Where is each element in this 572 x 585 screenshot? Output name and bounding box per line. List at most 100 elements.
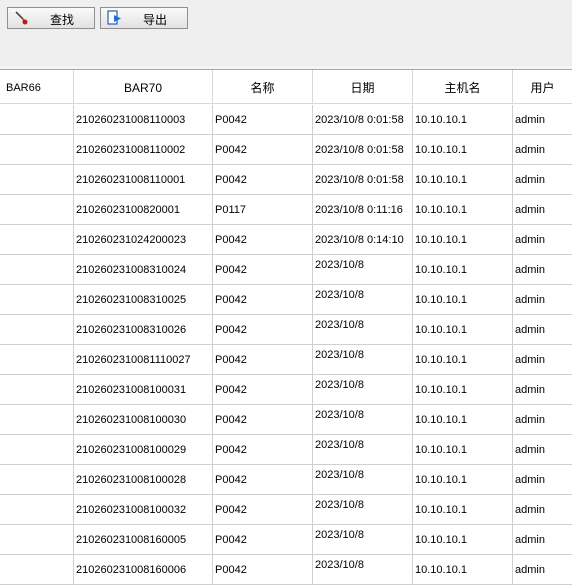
cell-name[interactable]: P0042 <box>213 165 313 195</box>
cell-bar66[interactable] <box>0 495 74 525</box>
export-button[interactable]: 导出 <box>100 7 188 29</box>
cell-name[interactable]: P0042 <box>213 495 313 525</box>
cell-user[interactable]: admin <box>513 495 572 525</box>
cell-bar70[interactable]: 210260231008100030 <box>74 405 213 435</box>
cell-bar70[interactable]: 210260231008110001 <box>74 165 213 195</box>
cell-bar66[interactable] <box>0 135 74 165</box>
cell-date[interactable]: 2023/10/8 <box>313 255 413 285</box>
table-row[interactable]: 210260231008310025 P0042 2023/10/8 10.10.10… <box>0 285 572 315</box>
cell-user[interactable]: admin <box>513 525 572 555</box>
cell-name[interactable]: P0042 <box>213 405 313 435</box>
cell-name[interactable]: P0117 <box>213 195 313 225</box>
cell-name[interactable]: P0042 <box>213 105 313 135</box>
cell-host[interactable]: 10.10.10.1 <box>413 495 513 525</box>
table-row[interactable]: 210260231008160006 P0042 2023/10/8 10.10.10… <box>0 555 572 585</box>
cell-host[interactable]: 10.10.10.1 <box>413 195 513 225</box>
column-header-name[interactable]: 名称 <box>213 70 313 104</box>
cell-date[interactable]: 2023/10/8 0:01:58 <box>313 105 413 135</box>
cell-name[interactable]: P0042 <box>213 435 313 465</box>
table-row[interactable]: 210260231024200023 P0042 2023/10/8 0:14:10… <box>0 225 572 255</box>
cell-bar66[interactable] <box>0 405 74 435</box>
cell-user[interactable]: admin <box>513 405 572 435</box>
cell-bar70[interactable]: 210260231008110002 <box>74 135 213 165</box>
search-button[interactable]: 查找 <box>7 7 95 29</box>
cell-bar66[interactable] <box>0 375 74 405</box>
cell-bar66[interactable] <box>0 255 74 285</box>
column-header-host[interactable]: 主机名 <box>413 70 513 104</box>
table-row[interactable]: 210260231008110001 P0042 2023/10/8 0:01:58… <box>0 165 572 195</box>
cell-date[interactable]: 2023/10/8 <box>313 555 413 585</box>
cell-host[interactable]: 10.10.10.1 <box>413 435 513 465</box>
cell-host[interactable]: 10.10.10.1 <box>413 525 513 555</box>
cell-bar66[interactable] <box>0 105 74 135</box>
cell-date[interactable]: 2023/10/8 0:01:58 <box>313 165 413 195</box>
cell-date[interactable]: 2023/10/8 <box>313 465 413 495</box>
table-row[interactable]: 210260231008100029 P0042 2023/10/8 10.10.10… <box>0 435 572 465</box>
cell-bar66[interactable] <box>0 165 74 195</box>
cell-date[interactable]: 2023/10/8 <box>313 525 413 555</box>
cell-bar66[interactable] <box>0 225 74 255</box>
column-header-bar70[interactable]: BAR70 <box>74 70 213 104</box>
table-row[interactable]: 210260231008100032 P0042 2023/10/8 10.10.10… <box>0 495 572 525</box>
cell-user[interactable]: admin <box>513 465 572 495</box>
table-row[interactable]: 210260231008100028 P0042 2023/10/8 10.10.10… <box>0 465 572 495</box>
cell-name[interactable]: P0042 <box>213 525 313 555</box>
column-header-user[interactable]: 用户 <box>513 70 572 104</box>
table-row[interactable]: 210260231008100031 P0042 2023/10/8 10.10.10… <box>0 375 572 405</box>
cell-bar66[interactable] <box>0 435 74 465</box>
cell-user[interactable]: admin <box>513 195 572 225</box>
cell-user[interactable]: admin <box>513 375 572 405</box>
cell-date[interactable]: 2023/10/8 <box>313 495 413 525</box>
cell-bar66[interactable] <box>0 285 74 315</box>
cell-bar70[interactable]: 210260231024200023 <box>74 225 213 255</box>
cell-host[interactable]: 10.10.10.1 <box>413 105 513 135</box>
cell-date[interactable]: 2023/10/8 0:01:58 <box>313 135 413 165</box>
column-header-date[interactable]: 日期 <box>313 70 413 104</box>
cell-name[interactable]: P0042 <box>213 225 313 255</box>
cell-bar70[interactable]: 2102602310081110027 <box>74 345 213 375</box>
cell-bar70[interactable]: 210260231008310025 <box>74 285 213 315</box>
cell-host[interactable]: 10.10.10.1 <box>413 165 513 195</box>
cell-bar70[interactable]: 210260231008100031 <box>74 375 213 405</box>
cell-user[interactable]: admin <box>513 285 572 315</box>
cell-bar66[interactable] <box>0 315 74 345</box>
cell-name[interactable]: P0042 <box>213 345 313 375</box>
cell-bar70[interactable]: 210260231008100032 <box>74 495 213 525</box>
cell-name[interactable]: P0042 <box>213 465 313 495</box>
cell-user[interactable]: admin <box>513 315 572 345</box>
cell-date[interactable]: 2023/10/8 <box>313 285 413 315</box>
table-row[interactable]: 210260231008110003 P0042 2023/10/8 0:01:58… <box>0 105 572 135</box>
cell-date[interactable]: 2023/10/8 <box>313 345 413 375</box>
cell-name[interactable]: P0042 <box>213 315 313 345</box>
cell-user[interactable]: admin <box>513 435 572 465</box>
cell-bar70[interactable]: 210260231008100029 <box>74 435 213 465</box>
cell-host[interactable]: 10.10.10.1 <box>413 135 513 165</box>
cell-host[interactable]: 10.10.10.1 <box>413 555 513 585</box>
cell-name[interactable]: P0042 <box>213 255 313 285</box>
cell-host[interactable]: 10.10.10.1 <box>413 285 513 315</box>
cell-date[interactable]: 2023/10/8 <box>313 435 413 465</box>
cell-bar66[interactable] <box>0 465 74 495</box>
cell-host[interactable]: 10.10.10.1 <box>413 465 513 495</box>
cell-name[interactable]: P0042 <box>213 285 313 315</box>
cell-host[interactable]: 10.10.10.1 <box>413 255 513 285</box>
cell-name[interactable]: P0042 <box>213 555 313 585</box>
cell-user[interactable]: admin <box>513 105 572 135</box>
cell-user[interactable]: admin <box>513 555 572 585</box>
cell-bar70[interactable]: 210260231008110003 <box>74 105 213 135</box>
cell-host[interactable]: 10.10.10.1 <box>413 225 513 255</box>
cell-bar66[interactable] <box>0 555 74 585</box>
cell-bar66[interactable] <box>0 345 74 375</box>
table-row[interactable]: 210260231008110002 P0042 2023/10/8 0:01:58… <box>0 135 572 165</box>
cell-host[interactable]: 10.10.10.1 <box>413 345 513 375</box>
cell-host[interactable]: 10.10.10.1 <box>413 405 513 435</box>
cell-user[interactable]: admin <box>513 255 572 285</box>
table-row[interactable]: 210260231008310024 P0042 2023/10/8 10.10.10… <box>0 255 572 285</box>
cell-user[interactable]: admin <box>513 225 572 255</box>
cell-date[interactable]: 2023/10/8 <box>313 405 413 435</box>
cell-bar66[interactable] <box>0 525 74 555</box>
cell-date[interactable]: 2023/10/8 0:11:16 <box>313 195 413 225</box>
table-row[interactable]: 210260231008160005 P0042 2023/10/8 10.10.10… <box>0 525 572 555</box>
column-header-bar66[interactable]: BAR66 <box>0 70 74 104</box>
cell-date[interactable]: 2023/10/8 <box>313 375 413 405</box>
